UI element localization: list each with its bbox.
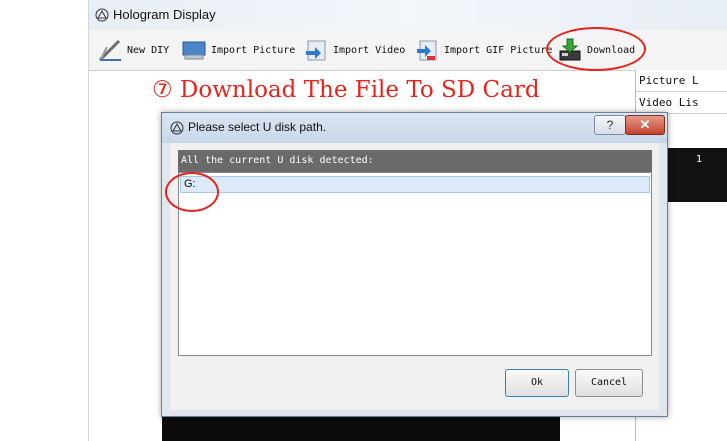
import-video-button[interactable]: Import Video <box>303 34 405 66</box>
drive-list-header: All the current U disk detected: <box>178 150 652 172</box>
dialog-title-bar: Please select U disk path. ? ✕ <box>162 113 667 143</box>
import-video-label: Import Video <box>333 44 406 56</box>
tab-video-list[interactable]: Video Lis <box>636 92 727 114</box>
tab-picture-list[interactable]: Picture L <box>636 70 727 92</box>
dialog-title: Please select U disk path. <box>188 120 327 134</box>
drive-list-item[interactable]: G: <box>180 176 650 193</box>
new-diy-button[interactable]: New DIY <box>97 34 169 66</box>
download-highlight-circle <box>546 27 646 71</box>
drive-highlight-circle <box>165 172 219 212</box>
import-picture-label: Import Picture <box>211 44 296 56</box>
app-logo-icon <box>95 8 109 22</box>
ok-button[interactable]: Ok <box>505 369 569 397</box>
dialog-body: All the current U disk detected: G: Ok C… <box>170 143 659 410</box>
select-u-disk-dialog: Please select U disk path. ? ✕ All the c… <box>161 112 668 417</box>
pencil-ruler-icon <box>98 39 121 62</box>
import-gif-label: Import GIF Picture <box>444 44 553 56</box>
import-gif-button[interactable]: Import GIF Picture <box>414 34 552 66</box>
video-import-icon <box>306 40 326 61</box>
app-logo-icon <box>170 121 184 135</box>
gif-import-icon <box>417 40 437 61</box>
cancel-button[interactable]: Cancel <box>575 369 643 397</box>
help-button[interactable]: ? <box>594 115 626 135</box>
new-diy-label: New DIY <box>127 44 170 56</box>
title-bar: Hologram Display <box>89 0 727 30</box>
step-annotation: ⑦ Download The File To SD Card <box>152 77 540 103</box>
drive-list[interactable]: G: <box>178 172 652 356</box>
monitor-icon <box>182 41 206 60</box>
app-title: Hologram Display <box>113 7 216 22</box>
close-button[interactable]: ✕ <box>625 115 665 135</box>
preview-row-text: 1 <box>696 154 703 165</box>
import-picture-button[interactable]: Import Picture <box>181 34 295 66</box>
